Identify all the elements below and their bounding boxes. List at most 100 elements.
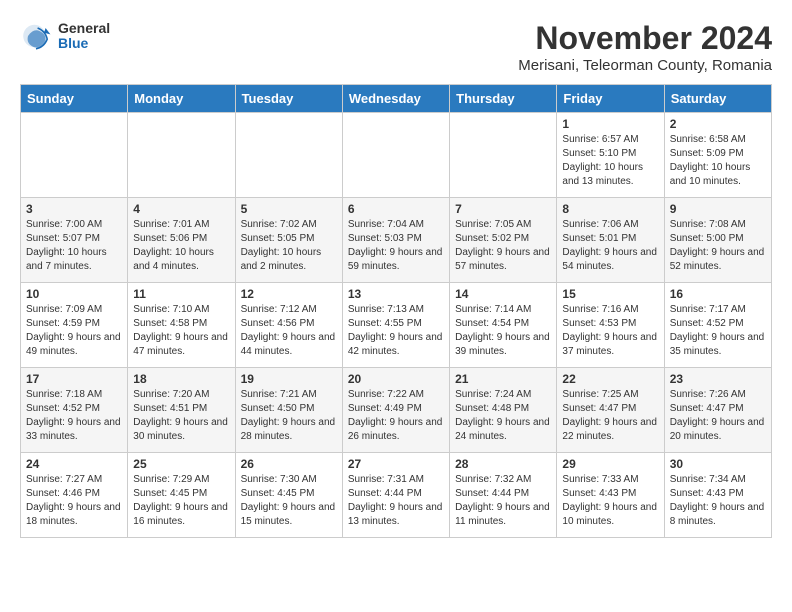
day-info: Sunrise: 7:08 AM Sunset: 5:00 PM Dayligh…	[670, 218, 766, 274]
day-number: 14	[455, 287, 551, 301]
calendar-cell: 18 Sunrise: 7:20 AM Sunset: 4:51 PM Dayli…	[128, 368, 235, 453]
calendar-cell: 20 Sunrise: 7:22 AM Sunset: 4:49 PM Dayli…	[342, 368, 449, 453]
calendar-cell: 17 Sunrise: 7:18 AM Sunset: 4:52 PM Dayli…	[21, 368, 128, 453]
location-title: Merisani, Teleorman County, Romania	[518, 57, 772, 74]
day-info: Sunrise: 7:12 AM Sunset: 4:56 PM Dayligh…	[241, 303, 337, 359]
calendar-cell: 12 Sunrise: 7:12 AM Sunset: 4:56 PM Dayli…	[235, 283, 342, 368]
calendar-cell: 1 Sunrise: 6:57 AM Sunset: 5:10 PM Daylig…	[557, 113, 664, 198]
day-number: 29	[562, 457, 658, 471]
calendar-cell: 19 Sunrise: 7:21 AM Sunset: 4:50 PM Dayli…	[235, 368, 342, 453]
calendar-cell: 2 Sunrise: 6:58 AM Sunset: 5:09 PM Daylig…	[664, 113, 771, 198]
day-number: 1	[562, 117, 658, 131]
page-header: General Blue November 2024 Merisani, Tel…	[20, 20, 772, 74]
calendar-header-sunday: Sunday	[21, 85, 128, 113]
day-info: Sunrise: 7:34 AM Sunset: 4:43 PM Dayligh…	[670, 473, 766, 529]
calendar-cell: 8 Sunrise: 7:06 AM Sunset: 5:01 PM Daylig…	[557, 198, 664, 283]
calendar-week-row: 10Sunrise: 7:09 AM Sunset: 4:59 PM Dayli…	[21, 283, 772, 368]
logo-general-text: General	[58, 21, 110, 36]
calendar-cell: 27Sunrise: 7:31 AM Sunset: 4:44 PM Dayli…	[342, 453, 449, 538]
day-number: 9	[670, 202, 766, 216]
calendar-cell: 30 Sunrise: 7:34 AM Sunset: 4:43 PM Dayli…	[664, 453, 771, 538]
day-number: 20	[348, 372, 444, 386]
logo: General Blue	[20, 20, 110, 52]
day-info: Sunrise: 7:14 AM Sunset: 4:54 PM Dayligh…	[455, 303, 551, 359]
day-info: Sunrise: 7:27 AM Sunset: 4:46 PM Dayligh…	[26, 473, 122, 529]
day-number: 18	[133, 372, 229, 386]
calendar-cell	[450, 113, 557, 198]
calendar-cell: 13Sunrise: 7:13 AM Sunset: 4:55 PM Dayli…	[342, 283, 449, 368]
calendar-cell: 25 Sunrise: 7:29 AM Sunset: 4:45 PM Dayli…	[128, 453, 235, 538]
calendar-cell: 14 Sunrise: 7:14 AM Sunset: 4:54 PM Dayli…	[450, 283, 557, 368]
day-info: Sunrise: 7:10 AM Sunset: 4:58 PM Dayligh…	[133, 303, 229, 359]
calendar-cell	[21, 113, 128, 198]
logo-icon	[20, 20, 52, 52]
calendar-cell: 6Sunrise: 7:04 AM Sunset: 5:03 PM Daylig…	[342, 198, 449, 283]
day-info: Sunrise: 7:21 AM Sunset: 4:50 PM Dayligh…	[241, 388, 337, 444]
day-number: 12	[241, 287, 337, 301]
day-info: Sunrise: 7:05 AM Sunset: 5:02 PM Dayligh…	[455, 218, 551, 274]
day-info: Sunrise: 7:16 AM Sunset: 4:53 PM Dayligh…	[562, 303, 658, 359]
calendar-week-row: 17 Sunrise: 7:18 AM Sunset: 4:52 PM Dayli…	[21, 368, 772, 453]
day-info: Sunrise: 7:25 AM Sunset: 4:47 PM Dayligh…	[562, 388, 658, 444]
calendar-cell: 4Sunrise: 7:01 AM Sunset: 5:06 PM Daylig…	[128, 198, 235, 283]
day-number: 23	[670, 372, 766, 386]
calendar-cell: 28Sunrise: 7:32 AM Sunset: 4:44 PM Dayli…	[450, 453, 557, 538]
day-info: Sunrise: 7:17 AM Sunset: 4:52 PM Dayligh…	[670, 303, 766, 359]
calendar-header-friday: Friday	[557, 85, 664, 113]
calendar-week-row: 1 Sunrise: 6:57 AM Sunset: 5:10 PM Daylig…	[21, 113, 772, 198]
day-number: 28	[455, 457, 551, 471]
calendar-header-monday: Monday	[128, 85, 235, 113]
day-number: 10	[26, 287, 122, 301]
calendar-cell: 15Sunrise: 7:16 AM Sunset: 4:53 PM Dayli…	[557, 283, 664, 368]
calendar-header-row: SundayMondayTuesdayWednesdayThursdayFrid…	[21, 85, 772, 113]
calendar-header-tuesday: Tuesday	[235, 85, 342, 113]
day-number: 26	[241, 457, 337, 471]
day-number: 13	[348, 287, 444, 301]
day-number: 16	[670, 287, 766, 301]
calendar-cell: 16 Sunrise: 7:17 AM Sunset: 4:52 PM Dayli…	[664, 283, 771, 368]
day-info: Sunrise: 6:57 AM Sunset: 5:10 PM Dayligh…	[562, 133, 658, 189]
day-number: 11	[133, 287, 229, 301]
calendar-cell	[128, 113, 235, 198]
calendar-cell: 5 Sunrise: 7:02 AM Sunset: 5:05 PM Daylig…	[235, 198, 342, 283]
day-number: 19	[241, 372, 337, 386]
calendar-cell: 23Sunrise: 7:26 AM Sunset: 4:47 PM Dayli…	[664, 368, 771, 453]
day-number: 25	[133, 457, 229, 471]
day-info: Sunrise: 7:20 AM Sunset: 4:51 PM Dayligh…	[133, 388, 229, 444]
calendar-cell: 9 Sunrise: 7:08 AM Sunset: 5:00 PM Daylig…	[664, 198, 771, 283]
calendar-cell	[235, 113, 342, 198]
day-number: 4	[133, 202, 229, 216]
day-info: Sunrise: 6:58 AM Sunset: 5:09 PM Dayligh…	[670, 133, 766, 189]
day-info: Sunrise: 7:02 AM Sunset: 5:05 PM Dayligh…	[241, 218, 337, 274]
calendar-cell: 24Sunrise: 7:27 AM Sunset: 4:46 PM Dayli…	[21, 453, 128, 538]
calendar-cell: 7 Sunrise: 7:05 AM Sunset: 5:02 PM Daylig…	[450, 198, 557, 283]
day-info: Sunrise: 7:29 AM Sunset: 4:45 PM Dayligh…	[133, 473, 229, 529]
day-number: 17	[26, 372, 122, 386]
calendar-cell: 11 Sunrise: 7:10 AM Sunset: 4:58 PM Dayli…	[128, 283, 235, 368]
calendar-cell: 22 Sunrise: 7:25 AM Sunset: 4:47 PM Dayli…	[557, 368, 664, 453]
month-title: November 2024	[518, 20, 772, 57]
calendar-cell: 3Sunrise: 7:00 AM Sunset: 5:07 PM Daylig…	[21, 198, 128, 283]
day-number: 8	[562, 202, 658, 216]
day-number: 22	[562, 372, 658, 386]
logo-text: General Blue	[58, 21, 110, 52]
calendar-header-thursday: Thursday	[450, 85, 557, 113]
calendar-week-row: 3Sunrise: 7:00 AM Sunset: 5:07 PM Daylig…	[21, 198, 772, 283]
calendar-table: SundayMondayTuesdayWednesdayThursdayFrid…	[20, 84, 772, 538]
calendar-cell	[342, 113, 449, 198]
day-info: Sunrise: 7:33 AM Sunset: 4:43 PM Dayligh…	[562, 473, 658, 529]
day-info: Sunrise: 7:18 AM Sunset: 4:52 PM Dayligh…	[26, 388, 122, 444]
day-info: Sunrise: 7:06 AM Sunset: 5:01 PM Dayligh…	[562, 218, 658, 274]
day-info: Sunrise: 7:31 AM Sunset: 4:44 PM Dayligh…	[348, 473, 444, 529]
logo-blue-text: Blue	[58, 36, 110, 51]
day-number: 7	[455, 202, 551, 216]
day-number: 30	[670, 457, 766, 471]
day-number: 5	[241, 202, 337, 216]
day-info: Sunrise: 7:22 AM Sunset: 4:49 PM Dayligh…	[348, 388, 444, 444]
day-number: 2	[670, 117, 766, 131]
day-info: Sunrise: 7:30 AM Sunset: 4:45 PM Dayligh…	[241, 473, 337, 529]
calendar-week-row: 24Sunrise: 7:27 AM Sunset: 4:46 PM Dayli…	[21, 453, 772, 538]
calendar-cell: 26 Sunrise: 7:30 AM Sunset: 4:45 PM Dayli…	[235, 453, 342, 538]
calendar-header-wednesday: Wednesday	[342, 85, 449, 113]
calendar-cell: 21Sunrise: 7:24 AM Sunset: 4:48 PM Dayli…	[450, 368, 557, 453]
